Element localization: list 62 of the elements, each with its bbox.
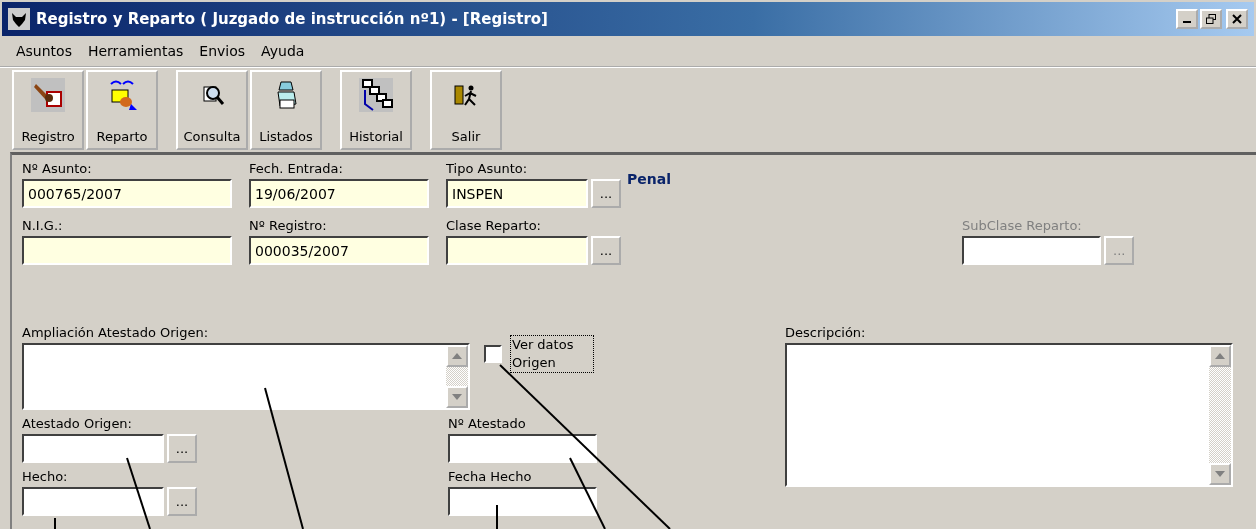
field-label: SubClase Reparto: <box>962 217 1082 235</box>
input-field[interactable] <box>446 236 588 265</box>
restore-icon <box>1206 14 1216 24</box>
checkbox[interactable] <box>484 345 502 363</box>
menu-item[interactable]: Asuntos <box>10 41 78 61</box>
toolbar-button[interactable]: Reparto <box>86 70 158 150</box>
scroll-up-button[interactable] <box>1209 345 1231 367</box>
input-field[interactable]: INSPEN <box>446 179 588 208</box>
flowchart-icon <box>359 78 393 112</box>
field-label: Atestado Origen: <box>22 415 132 433</box>
window-title: Registro y Reparto ( Juzgado de instrucción nº1) - [Registro] <box>36 10 549 28</box>
input-field[interactable] <box>448 487 597 516</box>
down-arrow-icon <box>452 394 462 400</box>
toolbar-button[interactable]: Salir <box>430 70 502 150</box>
type-name: Penal <box>627 171 671 187</box>
input-field[interactable] <box>22 487 164 516</box>
lookup-button[interactable]: ... <box>591 236 621 265</box>
input-field[interactable] <box>22 236 232 265</box>
restore-button[interactable] <box>1200 9 1222 29</box>
app-icon <box>8 8 30 30</box>
toolbar-button[interactable]: Registro <box>12 70 84 150</box>
input-field[interactable]: 19/06/2007 <box>249 179 429 208</box>
toolbar-button[interactable]: Listados <box>250 70 322 150</box>
field-label: Clase Reparto: <box>446 217 541 235</box>
up-arrow-icon <box>1215 353 1225 359</box>
down-arrow-icon <box>1215 471 1225 477</box>
input-field[interactable] <box>448 434 597 463</box>
input-field[interactable]: 000765/2007 <box>22 179 232 208</box>
leader-line <box>54 517 56 529</box>
field-label: Descripción: <box>785 324 866 342</box>
close-icon <box>1232 14 1242 24</box>
field-label: Nº Atestado <box>448 415 526 433</box>
toolbar-button[interactable]: Consulta <box>176 70 248 150</box>
menu-item[interactable]: Ayuda <box>255 41 311 61</box>
scroll-up-button[interactable] <box>446 345 468 367</box>
menu-item[interactable]: Envios <box>193 41 252 61</box>
field-label: Fech. Entrada: <box>249 160 343 178</box>
field-label: Ampliación Atestado Origen: <box>22 324 209 342</box>
lookup-button[interactable]: ... <box>167 487 197 516</box>
field-label: Nº Asunto: <box>22 160 92 178</box>
lookup-button[interactable]: ... <box>167 434 197 463</box>
stamp-icon <box>31 78 65 112</box>
checkbox-label[interactable]: Ver datos Origen <box>510 335 594 373</box>
field-label: N.I.G.: <box>22 217 63 235</box>
scroll-down-button[interactable] <box>446 386 468 408</box>
up-arrow-icon <box>452 353 462 359</box>
field-label: Nº Registro: <box>249 217 327 235</box>
scrollbar[interactable] <box>1209 345 1231 485</box>
input-field[interactable] <box>22 434 164 463</box>
field-label: Tipo Asunto: <box>446 160 528 178</box>
field-label: Fecha Hecho <box>448 468 532 486</box>
scrollbar[interactable] <box>446 345 468 408</box>
lookup-button[interactable]: ... <box>591 179 621 208</box>
leader-line <box>126 457 151 529</box>
text-area[interactable] <box>22 343 470 410</box>
field-label: Hecho: <box>22 468 68 486</box>
input-field[interactable]: 000035/2007 <box>249 236 429 265</box>
close-button[interactable] <box>1226 9 1248 29</box>
minimize-button[interactable] <box>1176 9 1198 29</box>
menu-item[interactable]: Herramientas <box>81 41 190 61</box>
toolbar-button[interactable]: Historial <box>340 70 412 150</box>
scroll-down-button[interactable] <box>1209 463 1231 485</box>
